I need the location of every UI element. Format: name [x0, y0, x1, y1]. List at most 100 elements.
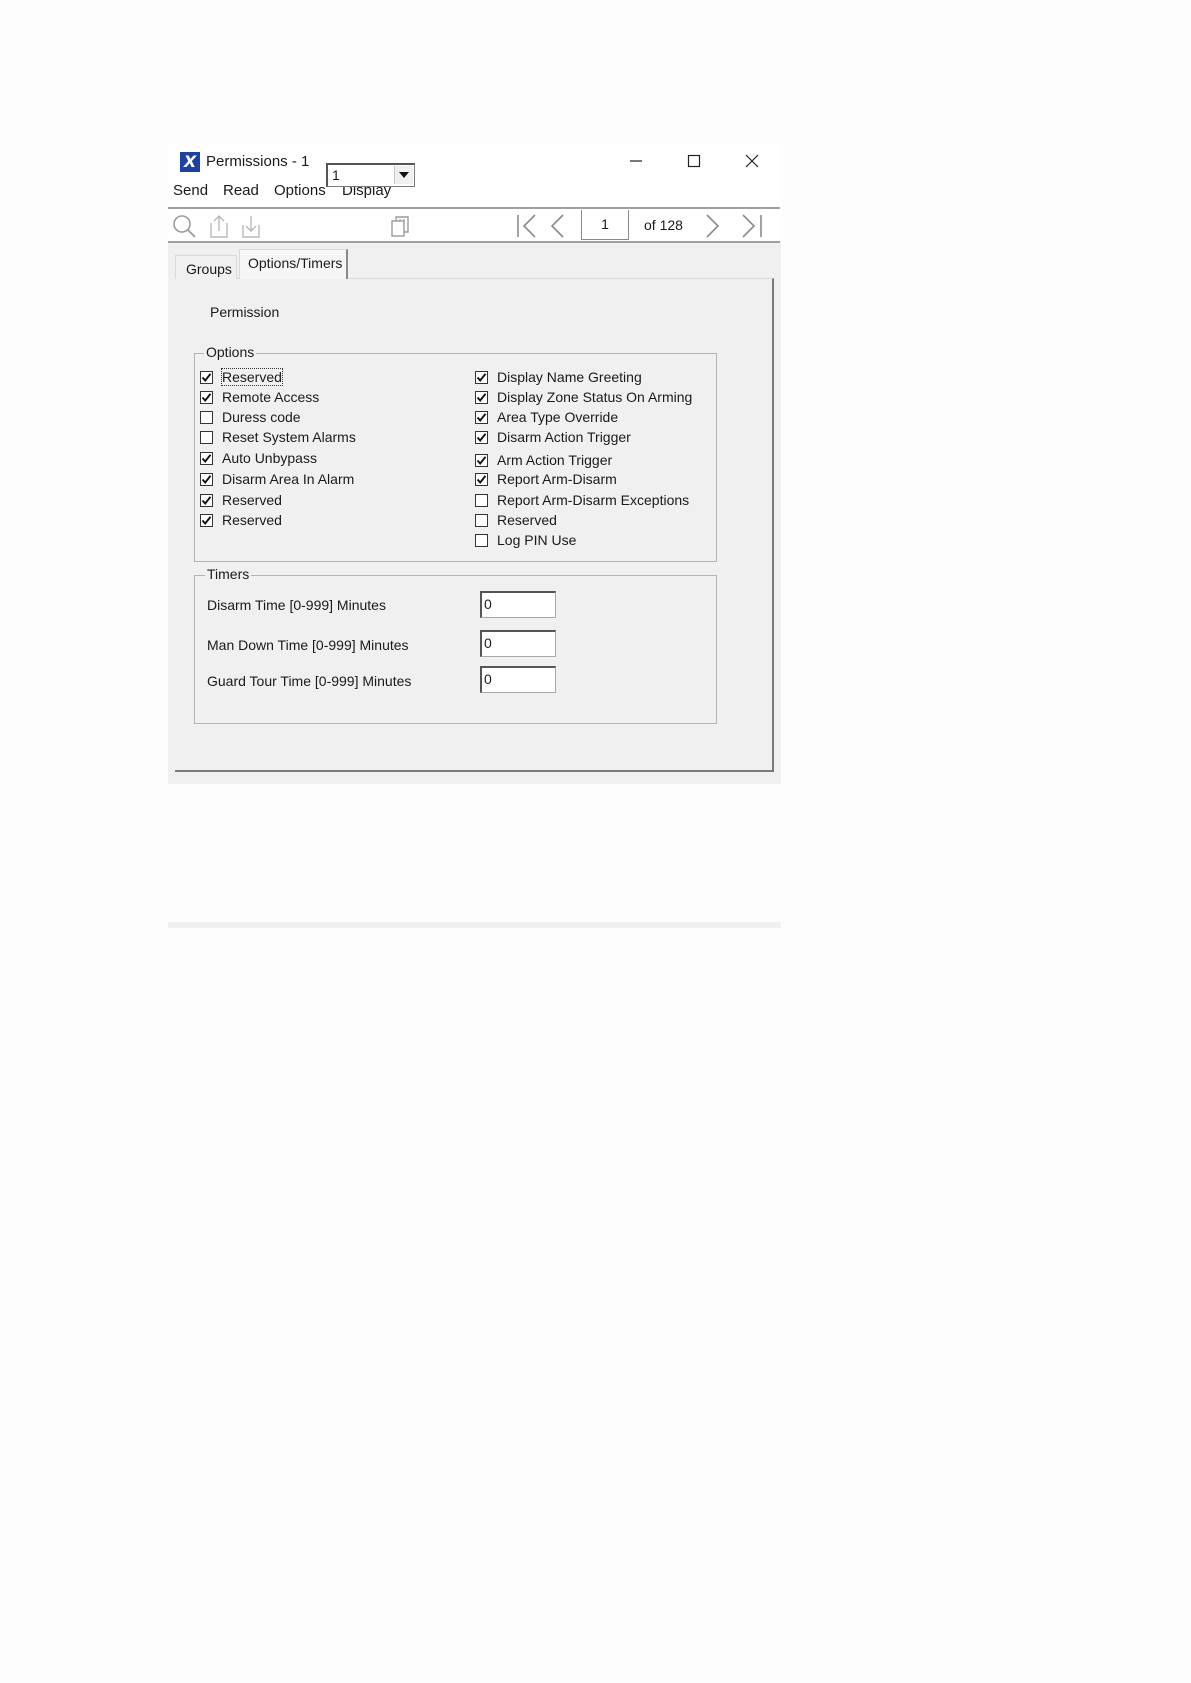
- option-left-5[interactable]: Disarm Area In Alarm: [200, 470, 354, 488]
- checkbox[interactable]: [475, 370, 488, 384]
- checkbox[interactable]: [475, 410, 488, 424]
- copy-button[interactable]: [388, 211, 414, 241]
- option-label: Reset System Alarms: [222, 429, 356, 445]
- checkmark-icon: [476, 372, 487, 382]
- checkbox[interactable]: [475, 430, 488, 444]
- app-logo-icon: X: [180, 152, 200, 172]
- option-right-7[interactable]: Reserved: [475, 511, 557, 529]
- next-page-icon: [706, 214, 720, 238]
- checkmark-icon: [476, 474, 487, 484]
- option-label: Area Type Override: [497, 409, 619, 425]
- option-right-1[interactable]: Display Zone Status On Arming: [475, 388, 692, 406]
- option-left-6[interactable]: Reserved: [200, 491, 282, 509]
- page-number-input[interactable]: 1: [581, 210, 629, 240]
- option-right-0[interactable]: Display Name Greeting: [475, 368, 642, 386]
- checkbox[interactable]: [475, 453, 488, 467]
- permission-label: Permission: [210, 304, 280, 320]
- last-page-icon: [742, 214, 762, 238]
- option-label: Disarm Action Trigger: [497, 429, 631, 445]
- disarm-time-input[interactable]: 0: [480, 591, 556, 618]
- option-right-3[interactable]: Disarm Action Trigger: [475, 428, 631, 446]
- option-right-2[interactable]: Area Type Override: [475, 408, 618, 426]
- timers-legend: Timers: [205, 566, 252, 582]
- menu-options[interactable]: Options: [274, 182, 326, 199]
- tab-groups[interactable]: Groups: [175, 255, 237, 279]
- disarm-time-label: Disarm Time [0-999] Minutes: [207, 597, 386, 613]
- toolbar: 1 of 128: [168, 207, 780, 243]
- checkmark-icon: [201, 515, 212, 525]
- option-label: Reserved: [497, 512, 557, 528]
- menu-send[interactable]: Send: [173, 182, 208, 199]
- option-label: Reserved: [221, 368, 283, 386]
- option-left-4[interactable]: Auto Unbypass: [200, 449, 317, 467]
- option-right-4[interactable]: Arm Action Trigger: [475, 451, 612, 469]
- option-label: Auto Unbypass: [222, 450, 317, 466]
- window-title: Permissions - 1: [206, 153, 310, 170]
- option-label: Disarm Area In Alarm: [222, 471, 355, 487]
- option-left-2[interactable]: Duress code: [200, 408, 301, 426]
- option-label: Duress code: [222, 409, 301, 425]
- checkmark-icon: [201, 392, 212, 402]
- checkmark-icon: [201, 474, 212, 484]
- option-left-0[interactable]: Reserved: [200, 368, 283, 386]
- man-down-time-input[interactable]: 0: [480, 630, 556, 657]
- option-left-7[interactable]: Reserved: [200, 511, 282, 529]
- next-page-button[interactable]: [700, 211, 724, 241]
- checkbox[interactable]: [200, 513, 213, 527]
- previous-page-icon: [550, 214, 564, 238]
- checkbox[interactable]: [200, 390, 213, 404]
- checkbox[interactable]: [200, 410, 213, 424]
- send-button[interactable]: [206, 211, 232, 241]
- first-page-button[interactable]: [513, 211, 541, 241]
- checkbox[interactable]: [475, 533, 488, 547]
- option-label: Remote Access: [222, 389, 320, 405]
- option-right-6[interactable]: Report Arm-Disarm Exceptions: [475, 491, 689, 509]
- checkbox[interactable]: [475, 493, 488, 507]
- previous-page-button[interactable]: [546, 211, 570, 241]
- man-down-time-label: Man Down Time [0-999] Minutes: [207, 637, 409, 653]
- guard-tour-time-label: Guard Tour Time [0-999] Minutes: [207, 673, 412, 689]
- checkmark-icon: [201, 453, 212, 463]
- option-right-5[interactable]: Report Arm-Disarm: [475, 470, 617, 488]
- search-icon: [173, 215, 196, 238]
- option-label: Report Arm-Disarm: [497, 471, 617, 487]
- menu-read[interactable]: Read: [223, 182, 259, 199]
- permission-select[interactable]: 1: [326, 163, 415, 187]
- checkmark-icon: [201, 495, 212, 505]
- option-label: Display Name Greeting: [497, 369, 642, 385]
- checkmark-icon: [476, 455, 487, 465]
- guard-tour-time-input[interactable]: 0: [480, 666, 556, 693]
- checkbox[interactable]: [200, 493, 213, 507]
- option-label: Log PIN Use: [497, 532, 577, 548]
- close-button[interactable]: [738, 150, 766, 172]
- checkbox[interactable]: [475, 472, 488, 486]
- option-label: Reserved: [222, 512, 282, 528]
- option-left-3[interactable]: Reset System Alarms: [200, 428, 356, 446]
- checkmark-icon: [476, 412, 487, 422]
- checkbox[interactable]: [475, 513, 488, 527]
- title-bar: X Permissions - 1: [168, 144, 781, 178]
- minimize-button[interactable]: [622, 150, 650, 172]
- maximize-button[interactable]: [680, 150, 708, 172]
- permission-value: 1: [332, 167, 340, 183]
- send-icon: [210, 215, 228, 238]
- option-right-8[interactable]: Log PIN Use: [475, 531, 576, 549]
- tab-options-timers[interactable]: Options/Timers: [239, 249, 348, 279]
- checkbox[interactable]: [200, 472, 213, 486]
- checkbox[interactable]: [475, 390, 488, 404]
- copy-icon: [391, 216, 409, 237]
- checkbox[interactable]: [200, 451, 213, 465]
- checkbox[interactable]: [200, 370, 213, 384]
- search-button[interactable]: [170, 211, 198, 241]
- option-label: Reserved: [222, 492, 282, 508]
- checkbox[interactable]: [200, 430, 213, 444]
- last-page-button[interactable]: [737, 211, 767, 241]
- window-bottom-edge: [168, 922, 781, 928]
- minimize-icon: [630, 160, 642, 162]
- read-button[interactable]: [238, 211, 264, 241]
- option-left-1[interactable]: Remote Access: [200, 388, 319, 406]
- option-label: Report Arm-Disarm Exceptions: [497, 492, 690, 508]
- dropdown-arrow[interactable]: [394, 166, 413, 184]
- option-label: Display Zone Status On Arming: [497, 389, 693, 405]
- first-page-icon: [517, 214, 536, 238]
